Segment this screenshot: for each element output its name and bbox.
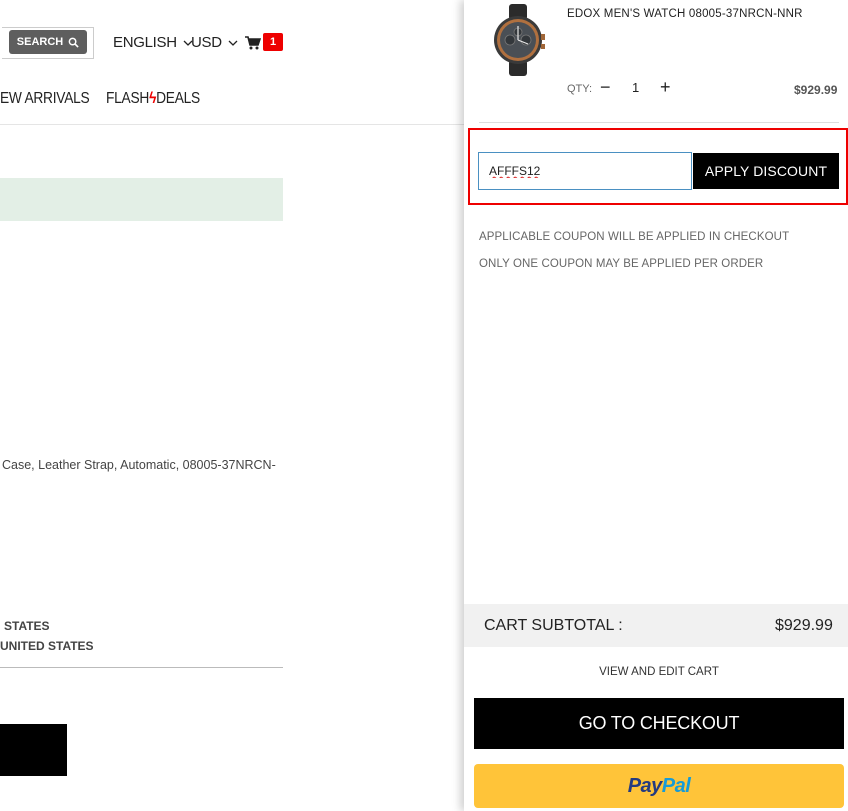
item-divider (479, 122, 839, 123)
paypal-button[interactable]: PayPal (474, 764, 844, 808)
ship-to-line: STATES (4, 619, 50, 633)
cart-count-badge[interactable]: 1 (263, 33, 283, 51)
qty-label: QTY: (567, 83, 593, 95)
paypal-logo: PayPal (627, 774, 691, 797)
apply-discount-button[interactable]: APPLY DISCOUNT (693, 153, 839, 189)
chevron-down-icon (228, 40, 238, 46)
currency-label: USD (191, 34, 222, 51)
coupon-note: APPLICABLE COUPON WILL BE APPLIED IN CHE… (479, 231, 790, 243)
search-button[interactable]: SEARCH (9, 30, 87, 54)
currency-selector[interactable]: USD (191, 34, 238, 51)
view-edit-cart-link[interactable]: VIEW AND EDIT CART (464, 666, 848, 678)
language-selector[interactable]: ENGLISH (113, 34, 193, 51)
ship-to-line: UNITED STATES (0, 639, 94, 653)
background-action-button[interactable] (0, 724, 67, 776)
deals-label: DEALS (156, 90, 200, 107)
search-label: SEARCH (16, 36, 64, 48)
subtotal-value: $929.99 (775, 617, 833, 634)
coupon-code-input[interactable] (478, 152, 692, 190)
background-page: SEARCH ENGLISH USD 1 EW ARRIVALS FLASHϟD… (0, 0, 470, 811)
nav-divider (0, 124, 470, 125)
product-description: Case, Leather Strap, Automatic, 08005-37… (2, 458, 276, 472)
cart-icon[interactable] (245, 36, 261, 50)
watch-image[interactable] (490, 4, 546, 76)
nav-new-arrivals[interactable]: EW ARRIVALS (0, 90, 90, 108)
go-to-checkout-button[interactable]: GO TO CHECKOUT (474, 698, 844, 749)
minus-icon[interactable]: − (600, 78, 611, 96)
plus-icon[interactable]: + (660, 78, 671, 96)
coupon-note: ONLY ONE COUPON MAY BE APPLIED PER ORDER (479, 258, 764, 270)
search-icon (68, 37, 79, 48)
notice-bar (0, 178, 283, 221)
mini-cart-panel: EDOX MEN'S WATCH 08005-37NRCN-NNR QTY: −… (464, 0, 848, 811)
nav-flash-deals[interactable]: FLASHϟDEALS (106, 90, 200, 108)
cart-item-price: $929.99 (794, 83, 838, 97)
language-label: ENGLISH (113, 34, 177, 51)
qty-value[interactable]: 1 (632, 80, 639, 95)
cart-item-name[interactable]: EDOX MEN'S WATCH 08005-37NRCN-NNR (567, 8, 803, 20)
subtotal-label: CART SUBTOTAL : (484, 617, 623, 634)
flash-label: FLASH (106, 90, 150, 107)
section-divider (0, 667, 283, 668)
